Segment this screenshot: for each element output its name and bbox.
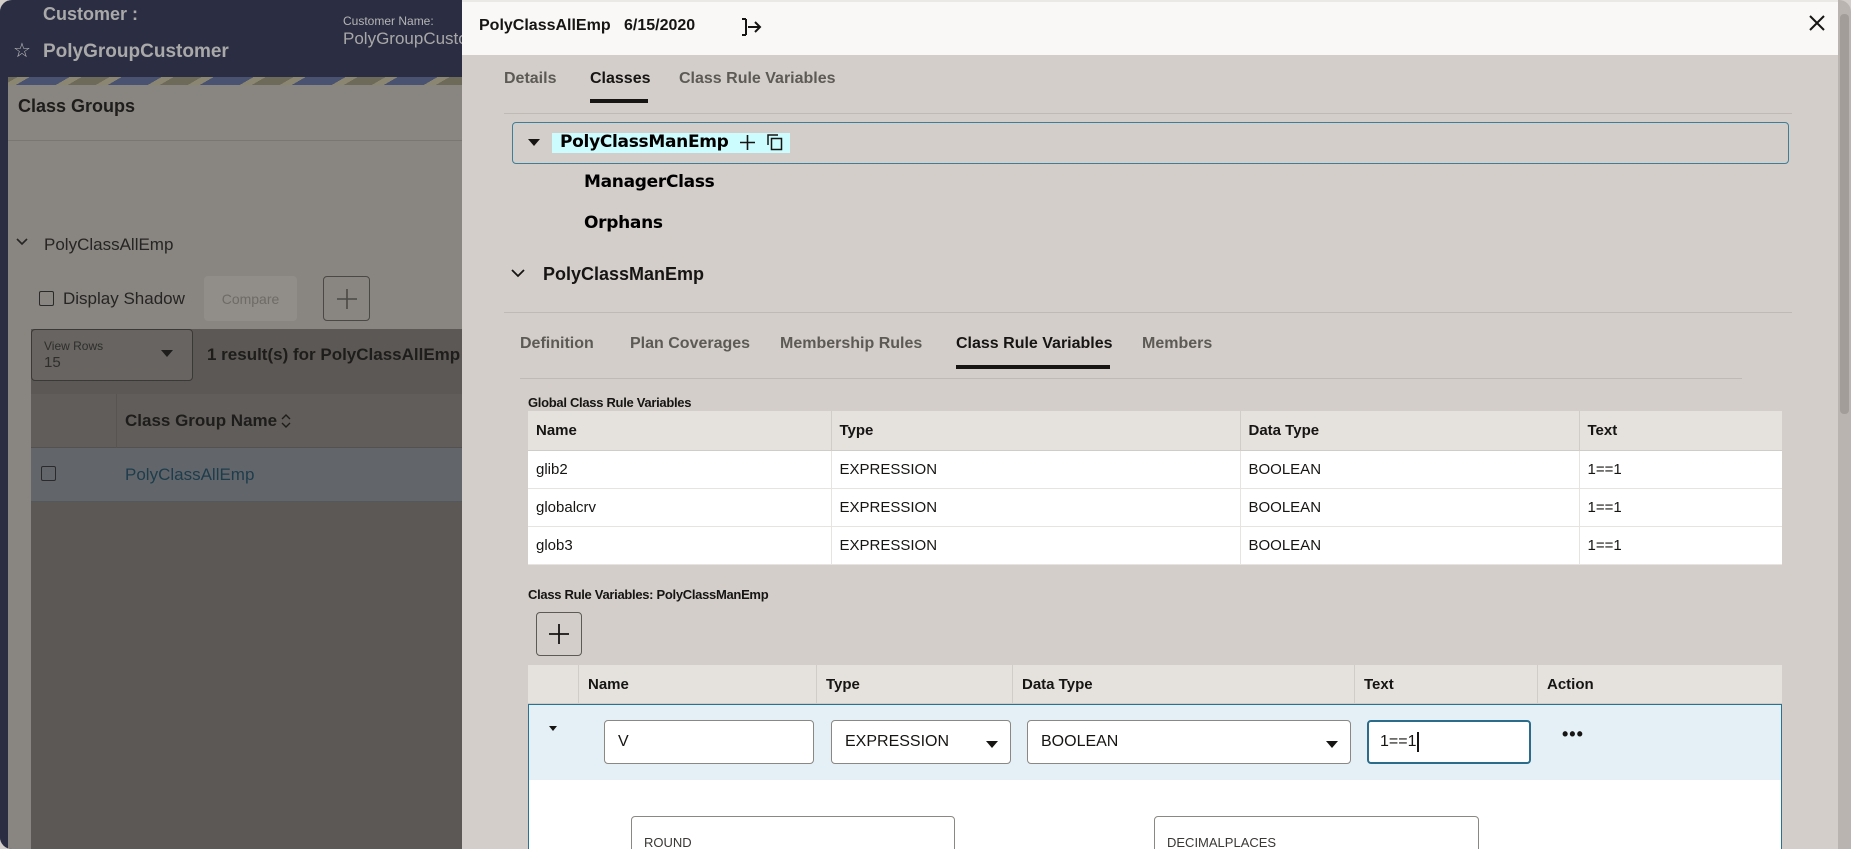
table-row[interactable]: glob3 EXPRESSION BOOLEAN 1==1 xyxy=(528,526,1782,565)
view-rows-label: View Rows xyxy=(44,339,104,353)
variable-name-value: V xyxy=(618,733,629,750)
subtab-plan-coverages[interactable]: Plan Coverages xyxy=(630,335,750,353)
scrollbar-thumb[interactable] xyxy=(1840,14,1849,414)
sort-icon[interactable] xyxy=(279,412,293,430)
add-class-group-button[interactable] xyxy=(323,276,370,321)
active-subtab-indicator xyxy=(956,365,1110,369)
subtab-class-rule-variables[interactable]: Class Rule Variables xyxy=(956,335,1113,353)
customer-heading: Customer : xyxy=(43,4,139,24)
customer-title: PolyGroupCustomer xyxy=(43,41,229,62)
cell-text: 1==1 xyxy=(1579,526,1782,565)
subtab-definition[interactable]: Definition xyxy=(520,335,594,353)
panel-title: Class Groups xyxy=(18,96,136,116)
duplicate-icon[interactable] xyxy=(766,133,783,151)
text-cursor xyxy=(1417,732,1420,752)
background-page: Customer : ☆ PolyGroupCustomer Customer … xyxy=(0,0,462,849)
tree-child-node[interactable]: ManagerClass xyxy=(584,172,715,192)
variable-text-value: 1==1 xyxy=(1380,733,1417,750)
cell-data-type: BOOLEAN xyxy=(1240,526,1580,565)
column-header-name: Name xyxy=(578,665,808,704)
class-group-name[interactable]: PolyClassAllEmp xyxy=(44,235,173,255)
cell-type: EXPRESSION xyxy=(831,526,1241,565)
chevron-down-icon[interactable] xyxy=(511,267,525,279)
table-row[interactable]: globalcrv EXPRESSION BOOLEAN 1==1 xyxy=(528,488,1782,527)
global-vars-label: Global Class Rule Variables xyxy=(528,395,692,410)
row-actions-menu-icon[interactable]: ••• xyxy=(1562,724,1584,745)
divider xyxy=(8,140,462,141)
cell-name: globalcrv xyxy=(528,488,832,527)
variable-type-select[interactable]: EXPRESSION xyxy=(831,720,1011,764)
results-count: 1 result(s) for PolyClassAllEmp xyxy=(207,345,461,364)
column-header-name: Name xyxy=(528,411,832,451)
display-shadow-label: Display Shadow xyxy=(63,289,185,308)
cell-text: 1==1 xyxy=(1579,450,1782,489)
export-icon[interactable] xyxy=(738,15,764,39)
display-shadow-checkbox[interactable] xyxy=(39,291,54,306)
tab-classes[interactable]: Classes xyxy=(590,70,651,88)
column-header-text: Text xyxy=(1354,665,1537,704)
add-variable-button[interactable] xyxy=(536,612,582,656)
tab-details[interactable]: Details xyxy=(504,70,556,88)
column-header-text: Text xyxy=(1579,411,1782,451)
active-tab-indicator xyxy=(590,99,648,103)
column-header-type: Type xyxy=(816,665,1011,704)
class-vars-label: Class Rule Variables: PolyClassManEmp xyxy=(528,587,769,602)
variable-name-input[interactable]: V xyxy=(604,720,814,764)
table-header-row: Name Type Data Type Text xyxy=(528,411,1782,451)
subtab-members[interactable]: Members xyxy=(1142,335,1212,353)
decimal-places-label: DECIMALPLACES xyxy=(1167,835,1277,849)
variable-data-type-select[interactable]: BOOLEAN xyxy=(1027,720,1351,764)
plus-icon xyxy=(336,288,357,309)
plus-icon[interactable] xyxy=(739,134,756,151)
global-vars-table: Name Type Data Type Text glib2 EXPRESSIO… xyxy=(528,411,1782,565)
view-rows-value: 15 xyxy=(44,354,61,371)
cell-data-type: BOOLEAN xyxy=(1240,450,1580,489)
cell-name: glob3 xyxy=(528,526,832,565)
tree-child-node[interactable]: Orphans xyxy=(584,213,663,233)
window-edge xyxy=(0,0,8,849)
chevron-down-icon[interactable] xyxy=(16,236,28,248)
variable-type-value: EXPRESSION xyxy=(845,733,950,750)
cell-type: EXPRESSION xyxy=(831,450,1241,489)
cell-text: 1==1 xyxy=(1579,488,1782,527)
cell-type: EXPRESSION xyxy=(831,488,1241,527)
plus-icon xyxy=(549,624,569,644)
caret-down-icon xyxy=(1326,741,1338,748)
divider xyxy=(504,312,1792,313)
divider xyxy=(504,113,1792,114)
drawer-title: PolyClassAllEmp xyxy=(479,17,611,34)
column-header-data-type: Data Type xyxy=(1012,665,1354,704)
table-row[interactable]: glib2 EXPRESSION BOOLEAN 1==1 xyxy=(528,450,1782,489)
caret-down-icon xyxy=(161,350,173,357)
caret-down-icon xyxy=(986,741,998,748)
favorite-star-icon[interactable]: ☆ xyxy=(13,38,31,63)
row-checkbox[interactable] xyxy=(41,466,56,481)
cell-data-type: BOOLEAN xyxy=(1240,488,1580,527)
customer-name-label: Customer Name: xyxy=(343,14,434,28)
column-header-action: Action xyxy=(1537,665,1782,704)
column-header-data-type: Data Type xyxy=(1240,411,1580,451)
decimal-places-field[interactable]: DECIMALPLACES xyxy=(1154,816,1479,849)
cell-name: glib2 xyxy=(528,450,832,489)
column-header-type: Type xyxy=(831,411,1241,451)
divider xyxy=(520,378,1742,379)
class-group-drawer: PolyClassAllEmp 6/15/2020 Details Classe… xyxy=(462,0,1838,849)
tab-class-rule-variables[interactable]: Class Rule Variables xyxy=(679,70,836,88)
row-expand-caret-icon[interactable] xyxy=(549,726,557,731)
customer-name-value: PolyGroupCustomer xyxy=(343,29,462,48)
round-field[interactable]: ROUND xyxy=(631,816,955,849)
round-label: ROUND xyxy=(644,835,692,849)
class-group-link[interactable]: PolyClassAllEmp xyxy=(125,465,254,485)
subtab-membership-rules[interactable]: Membership Rules xyxy=(780,335,922,353)
tree-root-node[interactable]: PolyClassManEmp xyxy=(560,132,729,152)
selected-class-heading[interactable]: PolyClassManEmp xyxy=(543,264,704,285)
caret-down-icon[interactable] xyxy=(528,139,540,146)
close-icon[interactable] xyxy=(1808,14,1826,32)
variable-text-input[interactable]: 1==1 xyxy=(1367,720,1531,764)
effective-date: 6/15/2020 xyxy=(624,17,696,34)
variable-data-type-value: BOOLEAN xyxy=(1041,733,1119,750)
compare-button[interactable]: Compare xyxy=(204,276,297,321)
column-header-class-group-name[interactable]: Class Group Name xyxy=(125,411,277,431)
